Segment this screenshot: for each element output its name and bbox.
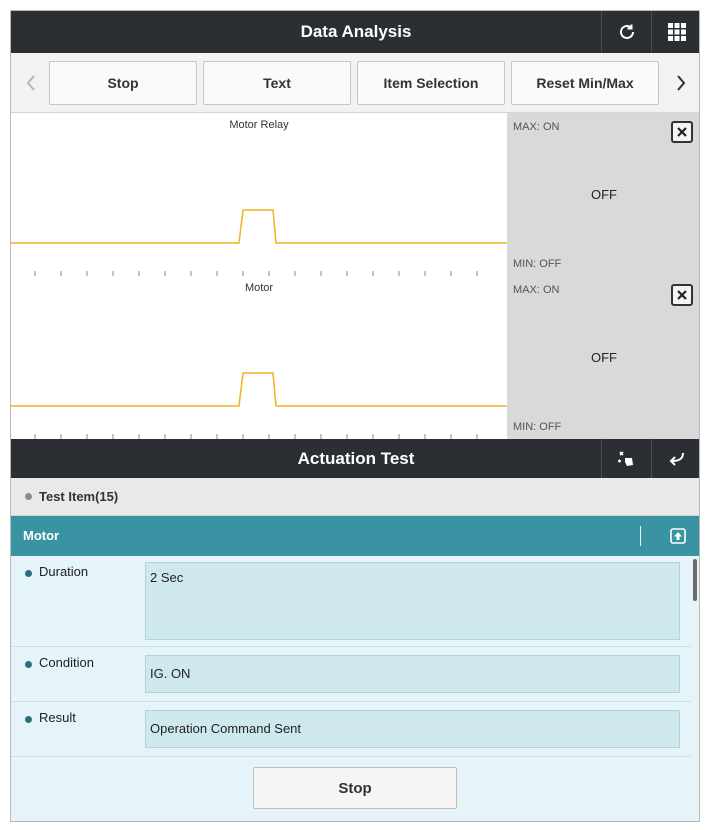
refresh-icon bbox=[619, 24, 634, 39]
item-selection-button[interactable]: Item Selection bbox=[357, 61, 505, 105]
result-value: Operation Command Sent bbox=[145, 710, 680, 748]
grid-menu-button[interactable] bbox=[651, 11, 699, 53]
close-graph-button[interactable] bbox=[671, 284, 693, 306]
section-title: Actuation Test bbox=[297, 449, 415, 468]
stop-test-button[interactable]: Stop bbox=[253, 767, 457, 809]
result-row: Result Operation Command Sent bbox=[11, 702, 691, 757]
duration-value: 2 Sec bbox=[145, 562, 680, 640]
stop-toolbar-button[interactable]: Stop bbox=[49, 61, 197, 105]
min-label: MIN: OFF bbox=[513, 258, 562, 270]
divider bbox=[640, 526, 641, 546]
chevron-left-icon bbox=[26, 75, 35, 91]
bullet-icon bbox=[25, 661, 32, 668]
value-panel: MAX: ON OFF MIN: OFF bbox=[507, 276, 699, 439]
current-value: OFF bbox=[591, 350, 617, 365]
reset-min-max-button[interactable]: Reset Min/Max bbox=[511, 61, 659, 105]
toolbar: Stop Text Item Selection Reset Min/Max bbox=[11, 53, 699, 113]
signal-plot: Motor bbox=[11, 276, 507, 439]
close-icon bbox=[677, 127, 687, 137]
graph-panel-motor: Motor MAX: ON OFF MIN: OFF bbox=[11, 276, 699, 439]
duration-label: Duration bbox=[39, 564, 89, 579]
value-panel: MAX: ON OFF MIN: OFF bbox=[507, 113, 699, 276]
touch-select-button[interactable] bbox=[601, 439, 651, 478]
close-icon bbox=[677, 290, 687, 300]
return-arrow-icon bbox=[669, 452, 684, 466]
test-item-count: Test Item(15) bbox=[39, 489, 119, 504]
data-analysis-header: Data Analysis bbox=[11, 11, 699, 53]
condition-label: Condition bbox=[39, 655, 94, 670]
scroll-right-button[interactable] bbox=[663, 53, 699, 113]
bullet-icon bbox=[25, 716, 32, 723]
condition-row: Condition IG. ON bbox=[11, 647, 691, 702]
app-window: Data Analysis Stop Text Item Selection R… bbox=[10, 10, 700, 822]
touch-select-icon bbox=[617, 450, 633, 466]
graph-panel-motor-relay: Motor Relay MAX: ON OFF MIN: OFF bbox=[11, 113, 699, 276]
return-button[interactable] bbox=[651, 439, 699, 478]
detail-scrollbar[interactable] bbox=[693, 559, 697, 601]
actuation-test-header: Actuation Test bbox=[11, 439, 699, 478]
signal-plot: Motor Relay bbox=[11, 113, 507, 276]
current-value: OFF bbox=[591, 187, 617, 202]
refresh-button[interactable] bbox=[601, 11, 651, 53]
min-label: MIN: OFF bbox=[513, 421, 562, 433]
selected-item-label: Motor bbox=[23, 528, 60, 543]
chevron-right-icon bbox=[677, 75, 686, 91]
bullet-icon bbox=[25, 493, 32, 500]
bullet-icon bbox=[25, 570, 32, 577]
signal-waveform bbox=[11, 372, 507, 439]
max-label: MAX: ON bbox=[513, 284, 560, 296]
close-graph-button[interactable] bbox=[671, 121, 693, 143]
text-button[interactable]: Text bbox=[203, 61, 351, 105]
collapse-up-icon[interactable] bbox=[669, 527, 687, 545]
scroll-left-button[interactable] bbox=[13, 53, 49, 113]
page-title: Data Analysis bbox=[300, 22, 412, 41]
signal-waveform bbox=[11, 209, 507, 276]
condition-value: IG. ON bbox=[145, 655, 680, 693]
duration-row: Duration 2 Sec bbox=[11, 556, 691, 647]
max-label: MAX: ON bbox=[513, 121, 560, 133]
grid-menu-icon bbox=[667, 23, 686, 41]
test-item-list-header[interactable]: Test Item(15) bbox=[11, 478, 699, 516]
selected-test-item-bar[interactable]: Motor bbox=[11, 516, 699, 556]
result-label: Result bbox=[39, 710, 76, 725]
